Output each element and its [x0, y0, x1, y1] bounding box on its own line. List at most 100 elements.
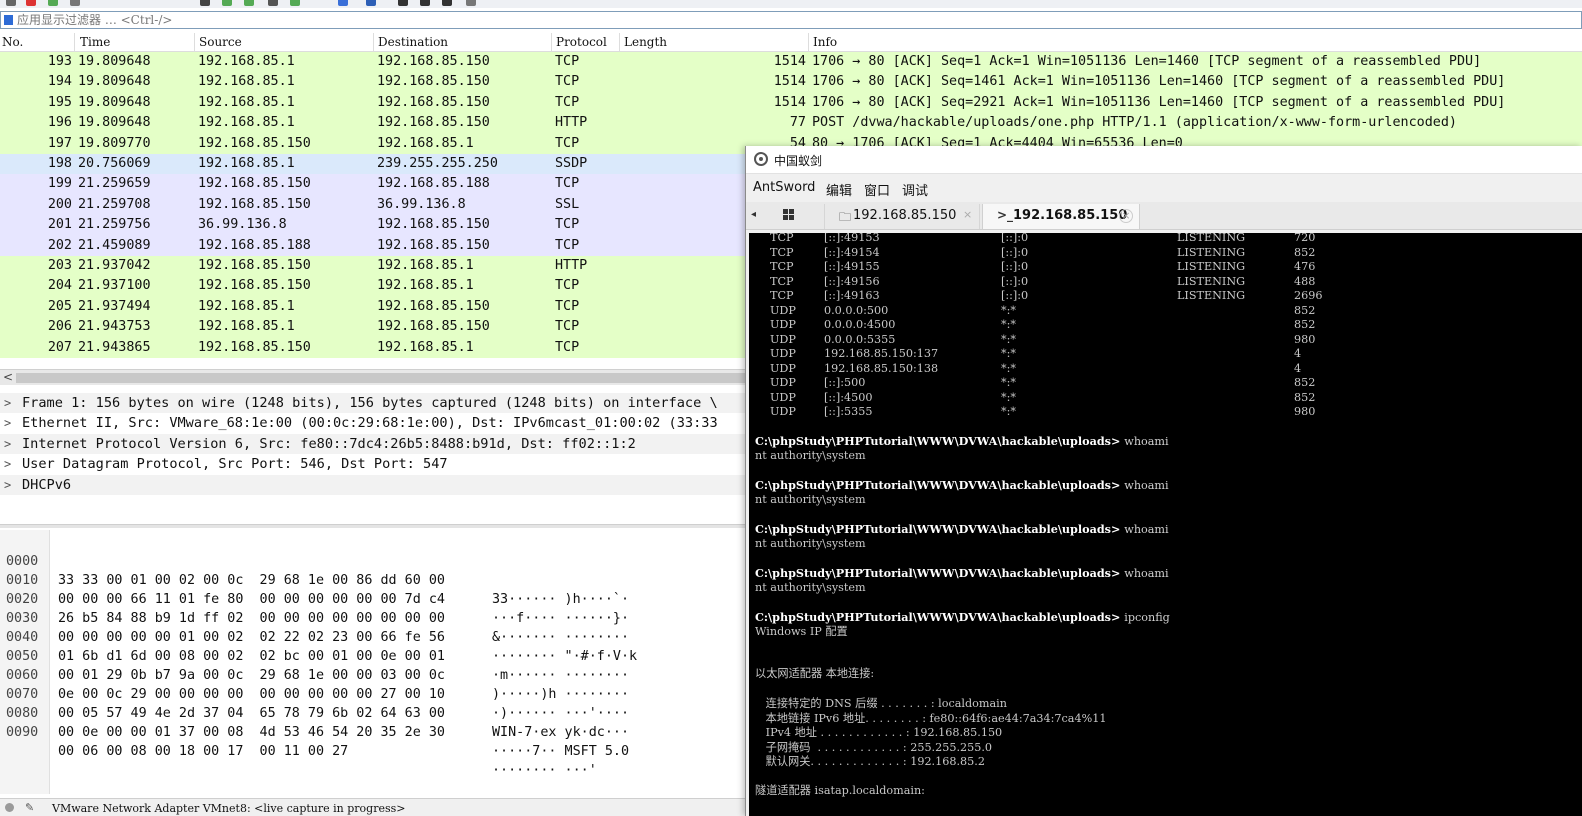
byte-ascii[interactable]: WIN-7·ex yk·dc··· — [492, 723, 629, 742]
packet-length: 77 — [789, 115, 806, 131]
byte-row[interactable]: 0010 00 00 00 66 11 01 fe 80 00 00 00 00… — [0, 552, 760, 626]
detail-row-frame[interactable]: > Frame 1: 156 bytes on wire (1248 bits)… — [0, 393, 760, 414]
packet-bytes-pane: 0000 33 33 00 01 00 02 00 0c 29 68 1e 00… — [0, 530, 760, 794]
detail-row-ipv6[interactable]: > Internet Protocol Version 6, Src: fe80… — [0, 433, 760, 455]
packet-protocol: TCP — [555, 278, 580, 294]
byte-row[interactable]: 0060 0e 00 0c 29 00 00 00 00 00 00 00 00… — [0, 647, 760, 721]
column-separator[interactable] — [619, 33, 620, 52]
autoscroll-icon[interactable] — [338, 0, 348, 6]
netstat-row: TCP [::]:49156 [::]:0 LISTENING 488 — [770, 274, 1316, 288]
netstat-row: UDP [::]:500 *:* 852 — [770, 376, 1316, 389]
menu-edit[interactable]: 编辑 — [826, 180, 852, 199]
first-packet-icon[interactable] — [268, 0, 278, 6]
packet-row[interactable]: 193 19.809648 192.168.85.1 192.168.85.15… — [0, 52, 1582, 73]
back-icon[interactable] — [200, 0, 210, 6]
packet-row[interactable]: 195 19.809648 192.168.85.1 192.168.85.15… — [0, 92, 1582, 114]
expand-icon[interactable]: > — [4, 454, 11, 474]
packet-time: 19.809648 — [78, 74, 151, 90]
menu-antsword[interactable]: AntSword — [753, 180, 815, 195]
wireshark-toolbar — [0, 0, 1582, 8]
zoom-out-icon[interactable] — [420, 0, 430, 6]
column-length[interactable]: Length — [624, 35, 667, 49]
packet-destination: 192.168.85.150 — [377, 217, 490, 233]
tab-terminal[interactable]: >_ 192.168.85.150 × — [982, 204, 1140, 229]
packet-destination: 192.168.85.1 — [377, 278, 474, 294]
packet-no: 196 — [47, 115, 72, 131]
column-destination[interactable]: Destination — [378, 35, 448, 49]
edit-comment-icon[interactable]: ✎ — [25, 801, 34, 814]
scrollbar-thumb[interactable] — [16, 373, 756, 383]
byte-row[interactable]: 0020 26 b5 84 88 b9 1d ff 02 00 00 00 00… — [0, 571, 760, 645]
detail-row-dhcpv6[interactable]: > DHCPv6 — [0, 474, 760, 495]
packet-row[interactable]: 196 19.809648 192.168.85.1 192.168.85.15… — [0, 113, 1582, 134]
tab-scroll-left-icon[interactable]: ◂ — [751, 209, 761, 221]
byte-row[interactable]: 0070 00 05 57 49 4e 2d 37 04 65 78 79 6b… — [0, 666, 760, 740]
column-separator[interactable] — [551, 33, 552, 52]
column-no[interactable]: No. — [2, 35, 23, 49]
start-capture-icon[interactable] — [6, 0, 16, 6]
byte-ascii[interactable]: ·····7·· MSFT 5.0 — [492, 742, 629, 761]
detail-row-ethernet[interactable]: > Ethernet II, Src: VMware_68:1e:00 (00:… — [0, 413, 760, 433]
antsword-titlebar[interactable]: 中国蚁剑 — [746, 146, 1582, 174]
packet-list-header: No. Time Source Destination Protocol Len… — [0, 33, 1582, 52]
expand-icon[interactable]: > — [4, 475, 11, 495]
tab-home-grid-icon[interactable] — [770, 204, 830, 228]
terminal-output-line: nt authority\system — [755, 493, 866, 506]
byte-hex[interactable]: 00 0e 00 00 01 37 00 08 4d 53 46 54 20 3… — [58, 723, 445, 742]
column-info[interactable]: Info — [813, 35, 837, 49]
resize-columns-icon[interactable] — [466, 0, 476, 6]
packet-info: POST /dvwa/hackable/uploads/one.php HTTP… — [812, 115, 1457, 131]
pane-splitter[interactable] — [0, 524, 760, 528]
terminal-icon: >_ — [997, 208, 1014, 222]
detail-row-udp[interactable]: > User Datagram Protocol, Src Port: 546,… — [0, 454, 760, 474]
options-icon[interactable] — [70, 0, 80, 6]
display-filter-input[interactable] — [17, 12, 1517, 28]
byte-row[interactable]: 0030 00 00 00 00 00 01 00 02 02 22 02 23… — [0, 590, 760, 664]
expand-icon[interactable]: > — [4, 413, 11, 433]
tab-file-manager[interactable]: 🗀 192.168.85.150 × — [824, 204, 980, 229]
expand-icon[interactable]: > — [4, 393, 11, 413]
byte-row[interactable]: 0050 00 01 29 0b b7 9a 00 0c 29 68 1e 00… — [0, 628, 760, 702]
zoom-in-icon[interactable] — [398, 0, 408, 6]
byte-hex[interactable]: 00 06 00 08 00 18 00 17 00 11 00 27 — [58, 742, 348, 761]
byte-row[interactable]: 0000 33 33 00 01 00 02 00 0c 29 68 1e 00… — [0, 533, 760, 607]
column-protocol[interactable]: Protocol — [556, 35, 607, 49]
colorize-icon[interactable] — [366, 0, 376, 6]
column-separator[interactable] — [74, 33, 75, 52]
packet-list-hscrollbar[interactable]: < — [0, 369, 760, 385]
byte-ascii[interactable]: ········ ···' — [492, 761, 597, 780]
terminal-output-line: nt authority\system — [755, 537, 866, 550]
stop-capture-icon[interactable] — [26, 0, 36, 6]
close-icon[interactable]: × — [1119, 209, 1133, 223]
bookmark-icon[interactable] — [4, 15, 13, 25]
terminal-prompt: C:\phpStudy\PHPTutorial\WWW\DVWA\hackabl… — [755, 566, 1169, 580]
expand-icon[interactable]: > — [4, 434, 11, 454]
zoom-reset-icon[interactable] — [442, 0, 452, 6]
packet-destination: 192.168.85.150 — [377, 115, 490, 131]
menu-debug[interactable]: 调试 — [902, 180, 928, 199]
byte-row[interactable]: 0080 00 0e 00 00 01 37 00 08 4d 53 46 54… — [0, 685, 760, 759]
detail-text: DHCPv6 — [22, 476, 72, 493]
last-packet-icon[interactable] — [290, 0, 300, 6]
packet-protocol: HTTP — [555, 115, 588, 131]
packet-time: 21.943865 — [78, 339, 151, 355]
column-source[interactable]: Source — [199, 35, 242, 49]
packet-details-pane: > Frame 1: 156 bytes on wire (1248 bits)… — [0, 393, 760, 505]
column-separator[interactable] — [808, 33, 809, 52]
packet-row[interactable]: 194 19.809648 192.168.85.1 192.168.85.15… — [0, 72, 1582, 93]
scroll-left-arrow-icon[interactable]: < — [3, 370, 13, 384]
capture-status-icon[interactable] — [5, 803, 14, 812]
byte-row[interactable]: 0090 00 06 00 08 00 18 00 17 00 11 00 27… — [0, 704, 760, 778]
restart-capture-icon[interactable] — [48, 0, 58, 6]
forward-icon[interactable] — [222, 0, 232, 6]
netstat-row: UDP [::]:4500 *:* 852 — [770, 390, 1316, 404]
menu-window[interactable]: 窗口 — [864, 180, 890, 199]
column-time[interactable]: Time — [80, 35, 110, 49]
display-filter-bar — [0, 11, 1582, 29]
column-separator[interactable] — [194, 33, 195, 52]
terminal-output[interactable]: TCP [::]:49153 [::]:0 LISTENING 720 TCP [::]:… — [749, 233, 1582, 816]
byte-row[interactable]: 0040 01 6b d1 6d 00 08 00 02 02 bc 00 01… — [0, 609, 760, 683]
goto-packet-icon[interactable] — [244, 0, 254, 6]
column-separator[interactable] — [373, 33, 374, 52]
close-icon[interactable]: × — [963, 208, 972, 221]
